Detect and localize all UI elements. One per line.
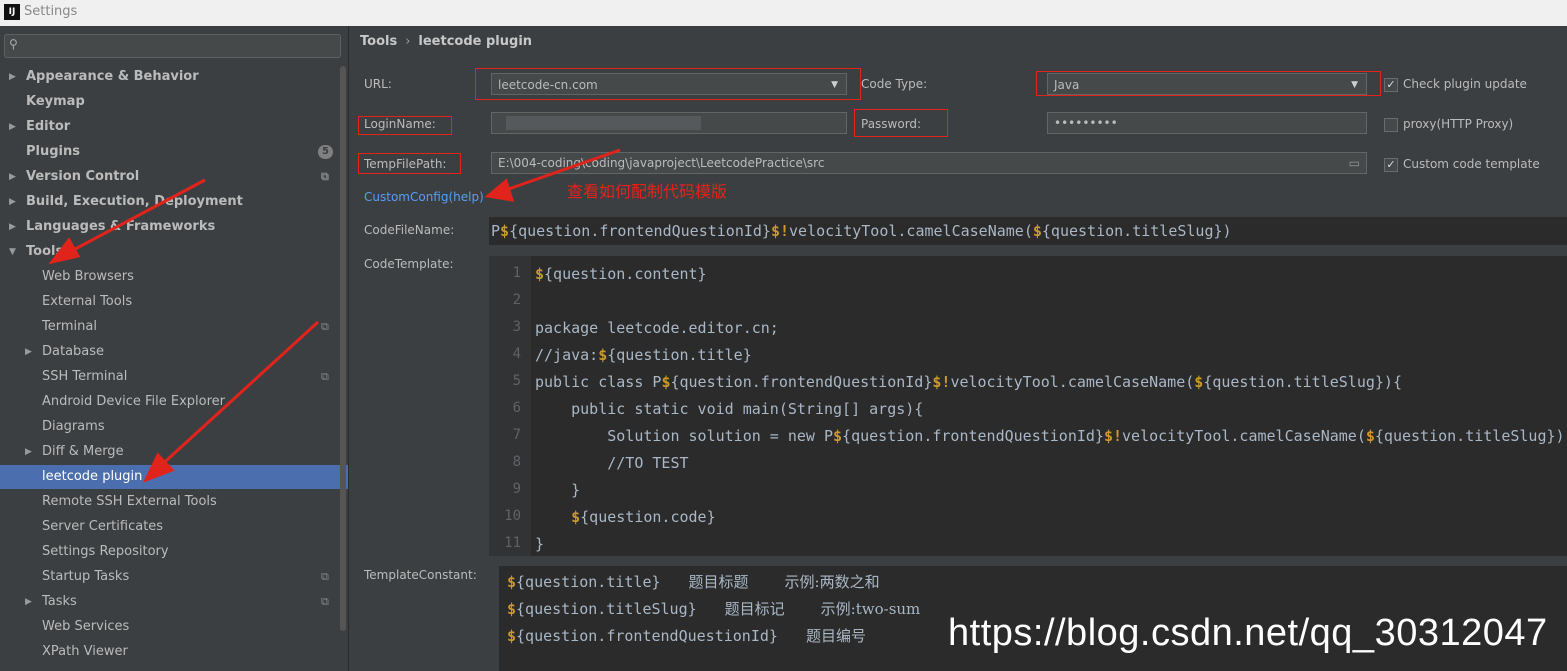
arrow-to-tools — [61, 178, 206, 258]
annotation-arrows — [48, 148, 621, 483]
arrow-head-tools — [48, 237, 81, 265]
watermark: https://blog.csdn.net/qq_30312047 — [948, 612, 1548, 654]
arrow-to-customconfig — [499, 148, 621, 194]
arrow-to-leetcode-plugin — [154, 320, 320, 472]
arrow-head-customconfig — [484, 178, 515, 202]
